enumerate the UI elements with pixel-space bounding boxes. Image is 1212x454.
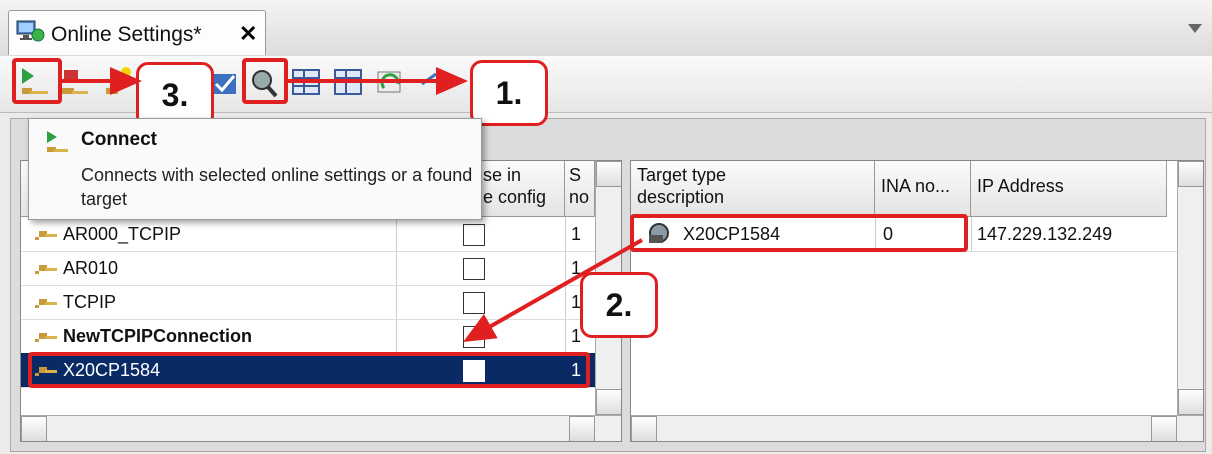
use-in-config-checkbox[interactable] — [463, 326, 485, 348]
header-line-1: se in — [483, 165, 522, 185]
online-settings-icon — [16, 20, 45, 42]
scroll-left-button[interactable] — [631, 416, 657, 441]
scroll-up-button[interactable] — [1178, 161, 1203, 187]
vertical-scrollbar[interactable] — [1177, 161, 1203, 415]
use-in-config-checkbox[interactable] — [463, 258, 485, 280]
connect-icon — [47, 131, 68, 152]
ip-address-column-header[interactable]: IP Address — [971, 161, 1167, 217]
scroll-right-button[interactable] — [1151, 416, 1177, 441]
new-connection-icon[interactable] — [102, 64, 136, 102]
ip-address-value: 147.229.132.249 — [977, 224, 1113, 244]
connection-icon — [35, 265, 57, 274]
header-line-1: S — [569, 165, 582, 185]
horizontal-scrollbar[interactable] — [631, 415, 1203, 441]
use-in-config-checkbox[interactable] — [463, 224, 485, 246]
sn-value: 1 — [571, 224, 582, 244]
highlight-selected-connection — [28, 352, 590, 388]
online-settings-window: Online Settings* ✕ se in e config S no A… — [0, 0, 1212, 454]
tab-bar: Online Settings* ✕ — [0, 0, 1212, 57]
scroll-left-button[interactable] — [21, 416, 47, 441]
close-icon[interactable]: ✕ — [239, 21, 257, 47]
header-line-2: no — [569, 187, 590, 207]
tab-title: Online Settings* — [51, 23, 202, 46]
highlight-connect-button — [12, 58, 62, 104]
highlight-browse-button — [242, 58, 288, 104]
scroll-down-button[interactable] — [1178, 389, 1203, 415]
header-line-2: e config — [483, 187, 547, 207]
table-row[interactable]: TCPIP 1 — [21, 285, 621, 320]
connection-icon — [35, 299, 57, 308]
tooltip-description: Connects with selected online settings o… — [81, 165, 473, 209]
table-row[interactable]: AR010 1 — [21, 251, 621, 286]
target-type-column-header[interactable]: Target type description — [631, 161, 875, 217]
refresh-icon[interactable] — [374, 64, 408, 102]
ina-column-header[interactable]: INA no... — [875, 161, 971, 217]
table-row[interactable]: AR000_TCPIP 1 — [21, 217, 621, 252]
connection-icon — [35, 231, 57, 240]
tab-online-settings[interactable]: Online Settings* ✕ — [8, 10, 266, 55]
use-in-config-column-header[interactable]: se in e config — [481, 161, 565, 217]
scroll-right-button[interactable] — [569, 416, 595, 441]
callout-step-2: 2. — [580, 272, 658, 338]
disconnect-icon[interactable] — [58, 64, 92, 102]
highlight-target-row — [630, 214, 968, 252]
callout-step-1: 1. — [470, 60, 548, 126]
header-line-1: Target type — [637, 165, 727, 185]
grid-icon[interactable] — [290, 64, 324, 102]
tooltip-title: Connect — [81, 129, 157, 150]
targets-grid: Target type description INA no... IP Add… — [630, 160, 1204, 442]
connection-name: NewTCPIPConnection — [63, 326, 253, 346]
table-row[interactable]: NewTCPIPConnection 1 — [21, 319, 621, 354]
connection-name: TCPIP — [63, 292, 117, 312]
chevron-down-icon[interactable] — [1188, 24, 1202, 33]
horizontal-scrollbar[interactable] — [21, 415, 621, 441]
sn-column-header[interactable]: S no — [565, 161, 595, 217]
grid2-icon[interactable] — [332, 64, 366, 102]
header-line-2: description — [637, 187, 725, 207]
connect-tooltip: Connect Connects with selected online se… — [28, 118, 482, 220]
scroll-down-button[interactable] — [596, 389, 621, 415]
use-in-config-checkbox[interactable] — [463, 292, 485, 314]
connection-icon — [35, 333, 57, 342]
connection-name: AR000_TCPIP — [63, 224, 182, 244]
scroll-up-button[interactable] — [596, 161, 621, 187]
connection-name: AR010 — [63, 258, 119, 278]
arrows-icon[interactable] — [416, 64, 450, 102]
